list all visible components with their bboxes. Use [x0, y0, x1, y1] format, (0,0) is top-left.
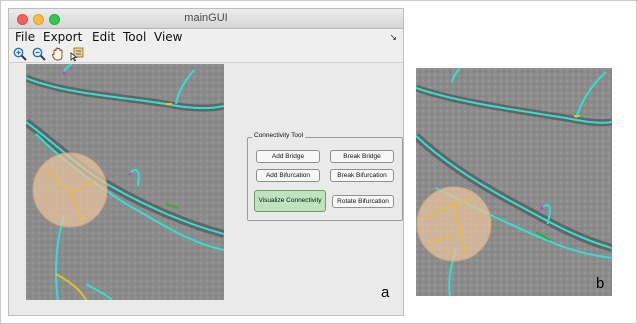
add-bridge-button[interactable]: Add Bridge [256, 150, 320, 163]
toolbar [9, 45, 403, 63]
title-bar: mainGUI [9, 9, 403, 29]
data-cursor-icon[interactable] [69, 46, 85, 62]
zoom-in-icon[interactable] [12, 46, 28, 62]
menu-tool[interactable]: Tool [123, 30, 146, 44]
menu-file[interactable]: File [15, 30, 35, 44]
visualize-connectivity-button[interactable]: Visualize Connectivity [254, 190, 326, 212]
panel-a-label: a [381, 284, 390, 301]
vessel-image-viewer-a[interactable] [26, 64, 224, 300]
break-bifurcation-button[interactable]: Break Bifurcation [330, 169, 394, 182]
vessel-map-a [26, 64, 224, 300]
connectivity-tool-title: Connectivity Tool [252, 132, 306, 139]
window-title: mainGUI [184, 12, 228, 24]
vessel-map-b [416, 68, 612, 296]
zoom-out-icon[interactable] [31, 46, 47, 62]
menu-view[interactable]: View [154, 30, 182, 44]
connectivity-tool-panel: Connectivity Tool Add Bridge Break Bridg… [247, 132, 403, 221]
pan-hand-icon[interactable] [50, 46, 66, 62]
menu-edit[interactable]: Edit [92, 30, 115, 44]
add-bifurcation-button[interactable]: Add Bifurcation [256, 169, 320, 182]
panel-b-label: b [596, 275, 605, 292]
menu-overflow-arrow-icon[interactable]: ↘ [389, 32, 397, 43]
break-bridge-button[interactable]: Break Bridge [330, 150, 394, 163]
rotate-bifurcation-button[interactable]: Rotate Bifurcation [332, 195, 394, 208]
vessel-image-viewer-b[interactable] [416, 68, 612, 296]
menu-bar: File Export Edit Tool View ↘ [9, 29, 403, 45]
menu-export[interactable]: Export [43, 30, 82, 44]
